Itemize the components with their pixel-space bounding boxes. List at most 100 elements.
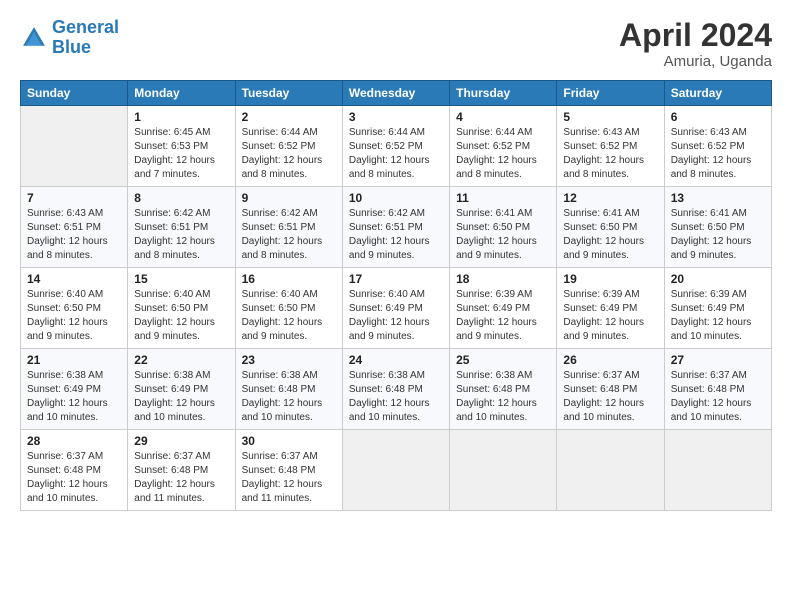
calendar-cell-w3-d7: 20 Sunrise: 6:39 AMSunset: 6:49 PMDayligh… <box>664 268 771 349</box>
col-header-monday: Monday <box>128 81 235 106</box>
calendar-cell-w1-d2: 1 Sunrise: 6:45 AMSunset: 6:53 PMDaylight… <box>128 106 235 187</box>
day-info: Sunrise: 6:43 AMSunset: 6:52 PMDaylight:… <box>563 126 657 182</box>
calendar-cell-w2-d1: 7Sunrise: 6:43 AMSunset: 6:51 PMDaylight… <box>21 187 128 268</box>
calendar-cell-w2-d4: 10Sunrise: 6:42 AMSunset: 6:51 PMDayligh… <box>342 187 449 268</box>
calendar-cell-w4-d3: 23 Sunrise: 6:38 AMSunset: 6:48 PMDayligh… <box>235 349 342 430</box>
calendar-cell-w5-d5 <box>450 430 557 511</box>
calendar-cell-w4-d7: 27 Sunrise: 6:37 AMSunset: 6:48 PMDayligh… <box>664 349 771 430</box>
day-number: 6 <box>671 110 765 124</box>
day-info: Sunrise: 6:40 AMSunset: 6:50 PMDaylight:… <box>134 288 228 344</box>
calendar-cell-w5-d1: 28Sunrise: 6:37 AMSunset: 6:48 PMDayligh… <box>21 430 128 511</box>
day-number: 12 <box>563 191 657 205</box>
calendar-cell-w1-d7: 6 Sunrise: 6:43 AMSunset: 6:52 PMDaylight… <box>664 106 771 187</box>
day-info: Sunrise: 6:40 AMSunset: 6:50 PMDaylight:… <box>27 288 121 344</box>
calendar-cell-w5-d3: 30Sunrise: 6:37 AMSunset: 6:48 PMDayligh… <box>235 430 342 511</box>
day-info: Sunrise: 6:38 AMSunset: 6:48 PMDaylight:… <box>456 369 550 425</box>
calendar-header-row: Sunday Monday Tuesday Wednesday Thursday… <box>21 81 772 106</box>
day-number: 20 <box>671 272 765 286</box>
calendar-table: Sunday Monday Tuesday Wednesday Thursday… <box>20 80 772 511</box>
calendar-cell-w2-d3: 9Sunrise: 6:42 AMSunset: 6:51 PMDaylight… <box>235 187 342 268</box>
day-info: Sunrise: 6:39 AMSunset: 6:49 PMDaylight:… <box>563 288 657 344</box>
day-info: Sunrise: 6:41 AMSunset: 6:50 PMDaylight:… <box>456 207 550 263</box>
day-number: 26 <box>563 353 657 367</box>
day-info: Sunrise: 6:42 AMSunset: 6:51 PMDaylight:… <box>134 207 228 263</box>
calendar-cell-w2-d5: 11 Sunrise: 6:41 AMSunset: 6:50 PMDayligh… <box>450 187 557 268</box>
day-info: Sunrise: 6:42 AMSunset: 6:51 PMDaylight:… <box>349 207 443 263</box>
calendar-cell-w4-d5: 25 Sunrise: 6:38 AMSunset: 6:48 PMDayligh… <box>450 349 557 430</box>
day-number: 17 <box>349 272 443 286</box>
day-info: Sunrise: 6:39 AMSunset: 6:49 PMDaylight:… <box>456 288 550 344</box>
month-year-title: April 2024 <box>619 18 772 53</box>
week-row-2: 7Sunrise: 6:43 AMSunset: 6:51 PMDaylight… <box>21 187 772 268</box>
day-number: 27 <box>671 353 765 367</box>
logo-icon <box>20 24 48 52</box>
day-info: Sunrise: 6:40 AMSunset: 6:49 PMDaylight:… <box>349 288 443 344</box>
day-number: 11 <box>456 191 550 205</box>
day-number: 21 <box>27 353 121 367</box>
calendar-cell-w1-d6: 5 Sunrise: 6:43 AMSunset: 6:52 PMDaylight… <box>557 106 664 187</box>
week-row-5: 28 Sunrise: 6:37 AMSunset: 6:48 PMDayligh… <box>21 430 772 511</box>
day-info: Sunrise: 6:38 AMSunset: 6:48 PMDaylight:… <box>349 369 443 425</box>
day-info: Sunrise: 6:44 AMSunset: 6:52 PMDaylight:… <box>456 126 550 182</box>
day-number: 25 <box>456 353 550 367</box>
col-header-tuesday: Tuesday <box>235 81 342 106</box>
calendar-cell-w2-d7: 13 Sunrise: 6:41 AMSunset: 6:50 PMDayligh… <box>664 187 771 268</box>
location-subtitle: Amuria, Uganda <box>619 53 772 70</box>
day-number: 2 <box>242 110 336 124</box>
day-number: 19 <box>563 272 657 286</box>
day-number: 5 <box>563 110 657 124</box>
day-number: 9 <box>242 191 336 205</box>
day-number: 3 <box>349 110 443 124</box>
logo-blue: Blue <box>52 37 91 57</box>
calendar-cell-w4-d4: 24 Sunrise: 6:38 AMSunset: 6:48 PMDayligh… <box>342 349 449 430</box>
calendar-cell-w4-d1: 21 Sunrise: 6:38 AMSunset: 6:49 PMDayligh… <box>21 349 128 430</box>
day-info: Sunrise: 6:43 AMSunset: 6:52 PMDaylight:… <box>671 126 765 182</box>
calendar-cell-w3-d4: 17 Sunrise: 6:40 AMSunset: 6:49 PMDayligh… <box>342 268 449 349</box>
calendar-cell-w1-d5: 4 Sunrise: 6:44 AMSunset: 6:52 PMDaylight… <box>450 106 557 187</box>
day-info: Sunrise: 6:37 AMSunset: 6:48 PMDaylight:… <box>134 450 228 506</box>
day-info: Sunrise: 6:38 AMSunset: 6:49 PMDaylight:… <box>27 369 121 425</box>
week-row-4: 21 Sunrise: 6:38 AMSunset: 6:49 PMDayligh… <box>21 349 772 430</box>
logo-general: General <box>52 17 119 37</box>
page-header: General Blue April 2024 Amuria, Uganda <box>20 18 772 70</box>
calendar-cell-w1-d1 <box>21 106 128 187</box>
calendar-page: General Blue April 2024 Amuria, Uganda S… <box>0 0 792 612</box>
day-info: Sunrise: 6:38 AMSunset: 6:49 PMDaylight:… <box>134 369 228 425</box>
calendar-cell-w1-d4: 3 Sunrise: 6:44 AMSunset: 6:52 PMDaylight… <box>342 106 449 187</box>
day-number: 1 <box>134 110 228 124</box>
day-info: Sunrise: 6:39 AMSunset: 6:49 PMDaylight:… <box>671 288 765 344</box>
day-info: Sunrise: 6:41 AMSunset: 6:50 PMDaylight:… <box>671 207 765 263</box>
day-number: 4 <box>456 110 550 124</box>
calendar-cell-w5-d4 <box>342 430 449 511</box>
calendar-cell-w3-d6: 19 Sunrise: 6:39 AMSunset: 6:49 PMDayligh… <box>557 268 664 349</box>
col-header-saturday: Saturday <box>664 81 771 106</box>
calendar-cell-w3-d5: 18 Sunrise: 6:39 AMSunset: 6:49 PMDayligh… <box>450 268 557 349</box>
col-header-friday: Friday <box>557 81 664 106</box>
day-info: Sunrise: 6:45 AMSunset: 6:53 PMDaylight:… <box>134 126 228 182</box>
day-number: 18 <box>456 272 550 286</box>
day-number: 8 <box>134 191 228 205</box>
calendar-cell-w5-d2: 29 Sunrise: 6:37 AMSunset: 6:48 PMDayligh… <box>128 430 235 511</box>
day-info: Sunrise: 6:37 AMSunset: 6:48 PMDaylight:… <box>242 450 336 506</box>
day-number: 28 <box>27 434 121 448</box>
day-number: 29 <box>134 434 228 448</box>
day-number: 7 <box>27 191 121 205</box>
day-info: Sunrise: 6:41 AMSunset: 6:50 PMDaylight:… <box>563 207 657 263</box>
calendar-cell-w1-d3: 2 Sunrise: 6:44 AMSunset: 6:52 PMDaylight… <box>235 106 342 187</box>
day-info: Sunrise: 6:37 AMSunset: 6:48 PMDaylight:… <box>671 369 765 425</box>
calendar-cell-w2-d2: 8 Sunrise: 6:42 AMSunset: 6:51 PMDaylight… <box>128 187 235 268</box>
calendar-cell-w4-d2: 22Sunrise: 6:38 AMSunset: 6:49 PMDayligh… <box>128 349 235 430</box>
col-header-sunday: Sunday <box>21 81 128 106</box>
title-block: April 2024 Amuria, Uganda <box>619 18 772 70</box>
day-info: Sunrise: 6:38 AMSunset: 6:48 PMDaylight:… <box>242 369 336 425</box>
day-info: Sunrise: 6:44 AMSunset: 6:52 PMDaylight:… <box>242 126 336 182</box>
logo: General Blue <box>20 18 119 58</box>
calendar-cell-w5-d7 <box>664 430 771 511</box>
calendar-cell-w2-d6: 12 Sunrise: 6:41 AMSunset: 6:50 PMDayligh… <box>557 187 664 268</box>
day-number: 13 <box>671 191 765 205</box>
col-header-thursday: Thursday <box>450 81 557 106</box>
day-info: Sunrise: 6:44 AMSunset: 6:52 PMDaylight:… <box>349 126 443 182</box>
day-number: 23 <box>242 353 336 367</box>
day-number: 24 <box>349 353 443 367</box>
col-header-wednesday: Wednesday <box>342 81 449 106</box>
